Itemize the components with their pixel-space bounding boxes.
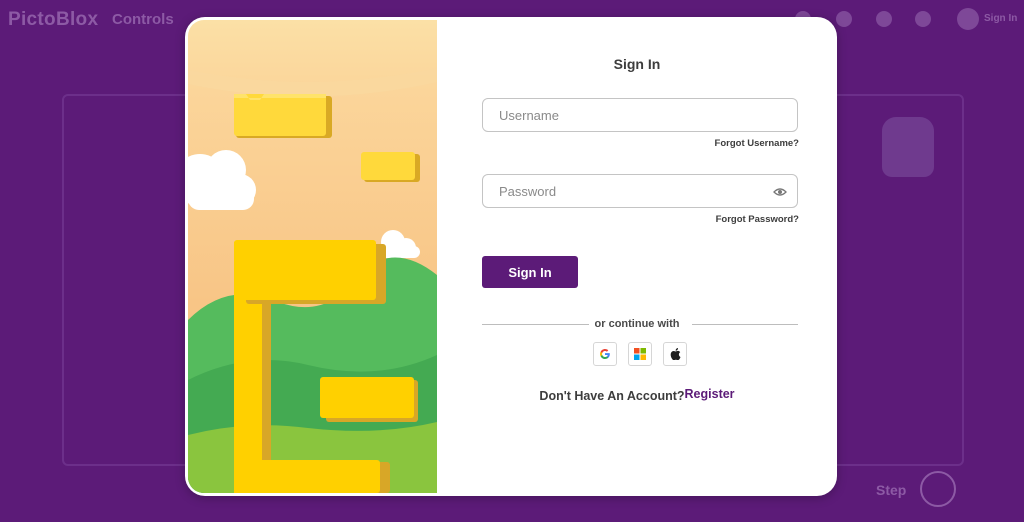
register-prompt: Don't Have An Account?Register: [437, 387, 837, 403]
step-button: [920, 471, 956, 507]
signin-modal: Sign In Forgot Username? Forgot Password…: [185, 17, 837, 496]
sprite-thumbnail: [882, 117, 934, 177]
google-signin-button[interactable]: [593, 342, 617, 366]
block-illustration: [188, 20, 437, 493]
google-icon: [600, 349, 610, 359]
no-account-text: Don't Have An Account?: [539, 389, 685, 403]
gear-icon: [876, 11, 892, 27]
signin-form: Sign In Forgot Username? Forgot Password…: [437, 17, 837, 496]
apple-icon: [670, 348, 680, 360]
divider-line-right: [692, 324, 798, 325]
app-logo: PictoBlox: [8, 9, 99, 30]
language-icon: [915, 11, 931, 27]
forgot-username-link[interactable]: Forgot Username?: [715, 138, 799, 149]
password-field[interactable]: [482, 174, 798, 208]
avatar: [957, 8, 979, 30]
username-input[interactable]: [483, 99, 759, 131]
topbar-signin: Sign In: [984, 13, 1018, 24]
microsoft-signin-button[interactable]: [628, 342, 652, 366]
modal-title: Sign In: [613, 56, 661, 72]
password-input[interactable]: [483, 175, 759, 207]
forgot-password-link[interactable]: Forgot Password?: [716, 214, 799, 225]
apple-signin-button[interactable]: [663, 342, 687, 366]
location-icon: [836, 11, 852, 27]
eye-icon[interactable]: [773, 185, 787, 199]
menu-controls: Controls: [112, 11, 174, 28]
microsoft-icon: [634, 348, 646, 360]
signin-button[interactable]: Sign In: [482, 256, 578, 288]
username-field[interactable]: [482, 98, 798, 132]
register-link[interactable]: Register: [685, 387, 735, 401]
step-label: Step: [876, 482, 907, 498]
